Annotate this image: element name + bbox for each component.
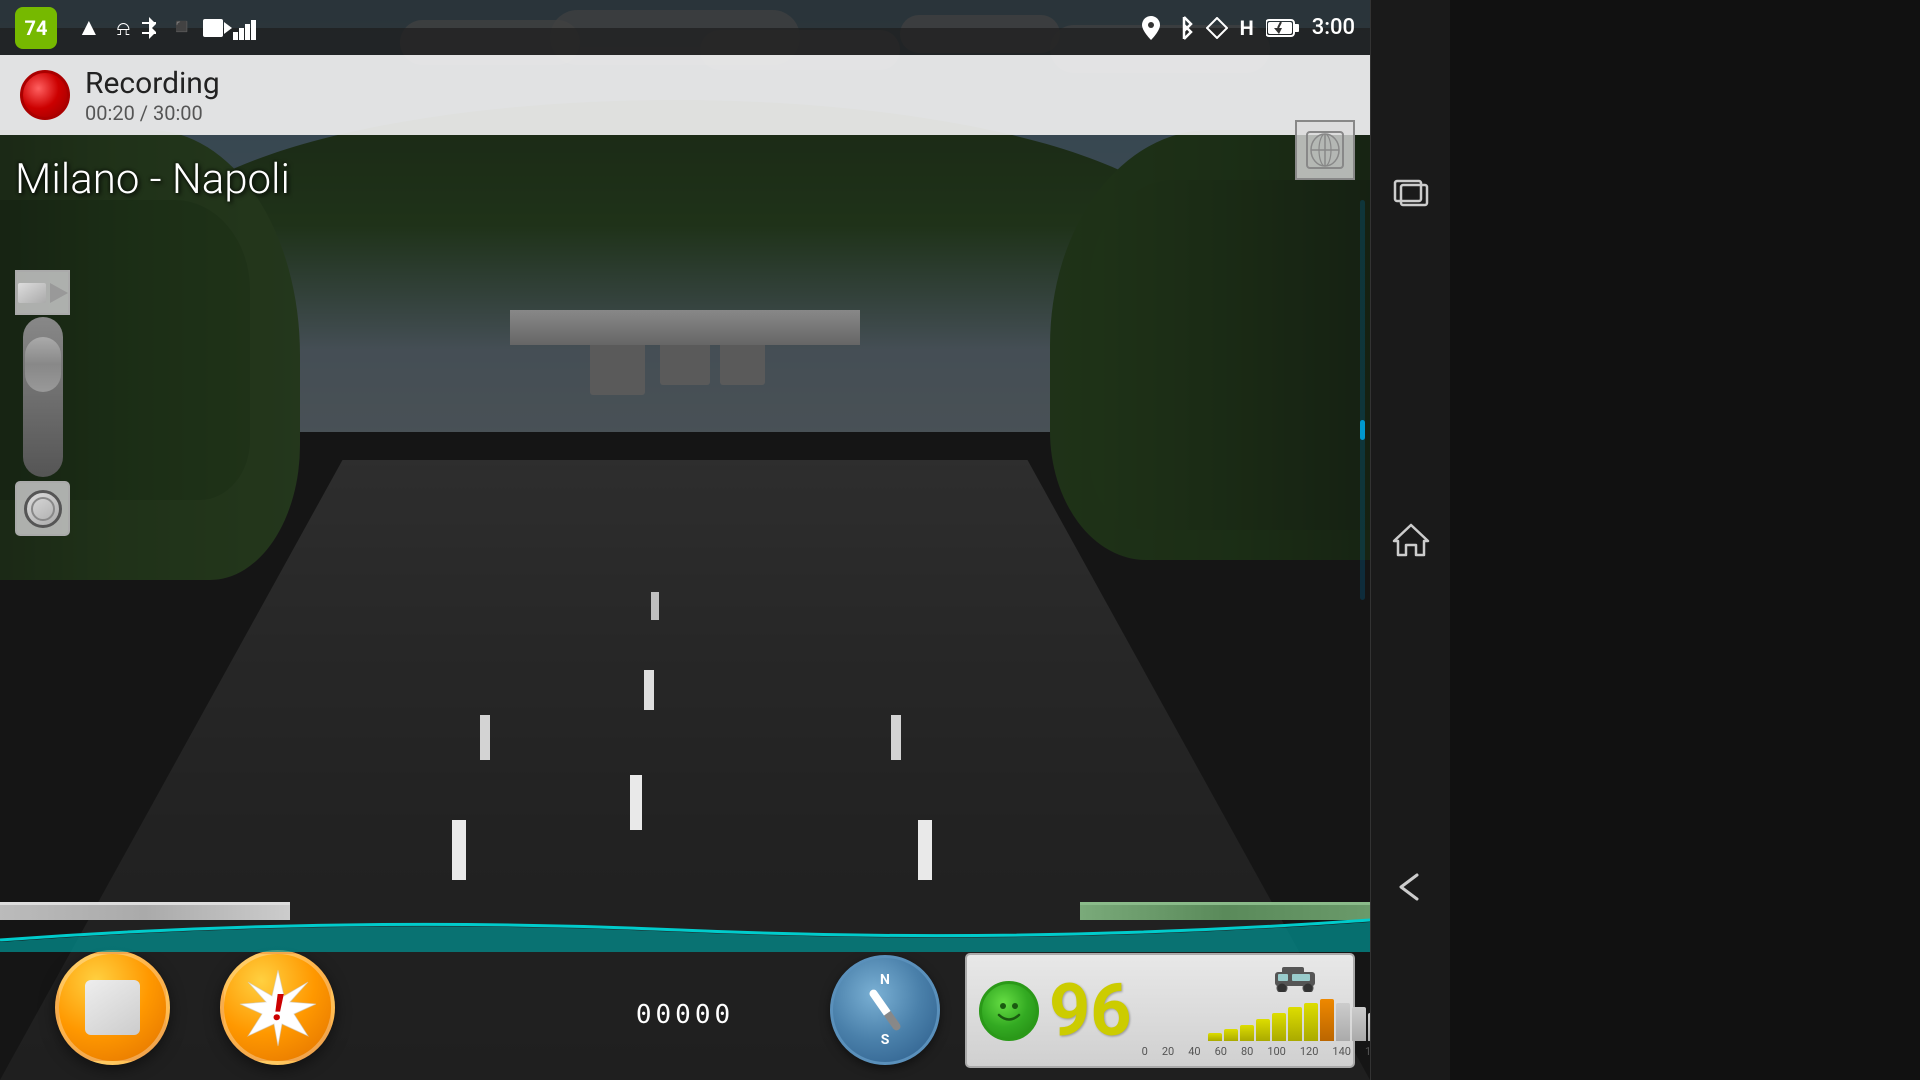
speed-bar-10 xyxy=(1368,1013,1370,1041)
compass: N S xyxy=(830,955,940,1065)
scroll-indicator xyxy=(1360,420,1365,440)
lane-mark xyxy=(651,592,659,620)
speed-bar-8 xyxy=(1336,1003,1350,1041)
status-bar-right: H 3:00 xyxy=(1140,15,1355,41)
zoom-slider[interactable] xyxy=(23,317,63,477)
scale-120: 120 xyxy=(1300,1045,1319,1058)
stop-icon xyxy=(85,980,140,1035)
speed-bar-3 xyxy=(1256,1019,1270,1041)
video-toggle-button[interactable] xyxy=(15,270,70,315)
speed-bar-6 xyxy=(1304,1003,1318,1041)
status-bar: 74 ▲ ⍾ ◾ xyxy=(0,0,1370,55)
recording-info: Recording 00:20 / 30:00 xyxy=(85,66,220,125)
bridge xyxy=(510,310,860,345)
event-starburst-icon: ! xyxy=(238,968,318,1048)
bottom-curve-svg xyxy=(0,912,1370,952)
scale-100: 100 xyxy=(1267,1045,1286,1058)
speed-bar-7 xyxy=(1320,999,1334,1041)
compass-north-label: N xyxy=(880,972,890,988)
car-icon xyxy=(1270,964,1320,992)
scale-80: 80 xyxy=(1241,1045,1253,1058)
needle-north xyxy=(868,988,891,1016)
speed-bar-chart xyxy=(1208,996,1370,1041)
speed-bar-4 xyxy=(1272,1013,1286,1041)
svg-text:!: ! xyxy=(273,987,284,1029)
speed-panel: 96 xyxy=(965,953,1355,1068)
navigation-icon: ▲ xyxy=(77,13,101,42)
android-nav-panel xyxy=(1370,0,1450,1080)
speed-bar-1 xyxy=(1224,1029,1238,1041)
photo-button[interactable] xyxy=(15,481,70,536)
scale-160: 160 xyxy=(1365,1045,1370,1058)
lane-mark-r2 xyxy=(891,715,901,760)
h-signal-icon: H xyxy=(1240,16,1254,40)
time-display: 3:00 xyxy=(1312,15,1355,40)
speed-bar-0 xyxy=(1208,1033,1222,1041)
stop-button[interactable] xyxy=(55,950,170,1065)
home-icon xyxy=(1392,521,1430,559)
left-controls xyxy=(15,270,70,536)
signal-bars-icon xyxy=(233,16,261,40)
needle-south xyxy=(884,1011,902,1032)
odometer-display: 00000 xyxy=(636,1000,734,1030)
speed-display: 96 xyxy=(1049,975,1132,1047)
video-triangle xyxy=(50,283,68,303)
video-rect xyxy=(18,283,46,303)
scale-40: 40 xyxy=(1188,1045,1200,1058)
smiley-face-icon xyxy=(989,991,1029,1031)
diamond-icon xyxy=(1206,17,1228,39)
bluetooth-icon-svg xyxy=(138,15,160,41)
back-icon xyxy=(1391,871,1431,903)
bluetooth-icon: ⍾ xyxy=(117,16,130,40)
video-icon-visual xyxy=(18,283,68,303)
location-icon xyxy=(1140,15,1162,41)
route-label: Milano - Napoli xyxy=(15,155,290,204)
recording-bar: Recording 00:20 / 30:00 xyxy=(0,55,1370,135)
camera-lens-icon xyxy=(24,490,62,528)
lane-mark-l2 xyxy=(480,715,490,760)
compass-inner: N S xyxy=(845,970,925,1050)
compass-south-label: S xyxy=(881,1032,890,1048)
recent-apps-button[interactable] xyxy=(1383,168,1438,218)
lane-mark-r xyxy=(918,820,932,880)
battery-icon xyxy=(1266,18,1300,38)
scale-60: 60 xyxy=(1215,1045,1227,1058)
gallery-icon: ◾ xyxy=(168,15,195,40)
record-indicator xyxy=(20,70,70,120)
zoom-handle[interactable] xyxy=(25,337,61,392)
lane-mark xyxy=(644,670,654,710)
speed-bar-5 xyxy=(1288,1007,1302,1041)
recent-apps-icon xyxy=(1391,177,1431,209)
speed-chart-panel: 0 20 40 60 80 100 120 140 160 180 200 xyxy=(1142,964,1370,1058)
notification-badge: 74 xyxy=(15,7,57,49)
map-button[interactable] xyxy=(1295,120,1355,180)
scroll-bar[interactable] xyxy=(1360,200,1365,600)
scale-140: 140 xyxy=(1332,1045,1351,1058)
home-button[interactable] xyxy=(1383,515,1438,565)
lane-mark xyxy=(630,775,642,830)
map-icon xyxy=(1305,130,1345,170)
speed-bar-9 xyxy=(1352,1007,1366,1041)
speed-scale: 0 20 40 60 80 100 120 140 160 180 200 xyxy=(1142,1045,1370,1058)
recording-label: Recording xyxy=(85,66,220,101)
recording-time: 00:20 / 30:00 xyxy=(85,101,220,125)
video-icon xyxy=(203,17,233,39)
compass-needle xyxy=(868,988,902,1032)
scale-0: 0 xyxy=(1142,1045,1148,1058)
speed-bar-2 xyxy=(1240,1025,1254,1041)
scale-20: 20 xyxy=(1162,1045,1174,1058)
mood-indicator xyxy=(979,981,1039,1041)
back-button[interactable] xyxy=(1383,862,1438,912)
camera-view: 74 ▲ ⍾ ◾ xyxy=(0,0,1370,1080)
event-button[interactable]: ! xyxy=(220,950,335,1065)
lane-mark-l xyxy=(452,820,466,880)
bluetooth-icon-right xyxy=(1174,15,1194,41)
